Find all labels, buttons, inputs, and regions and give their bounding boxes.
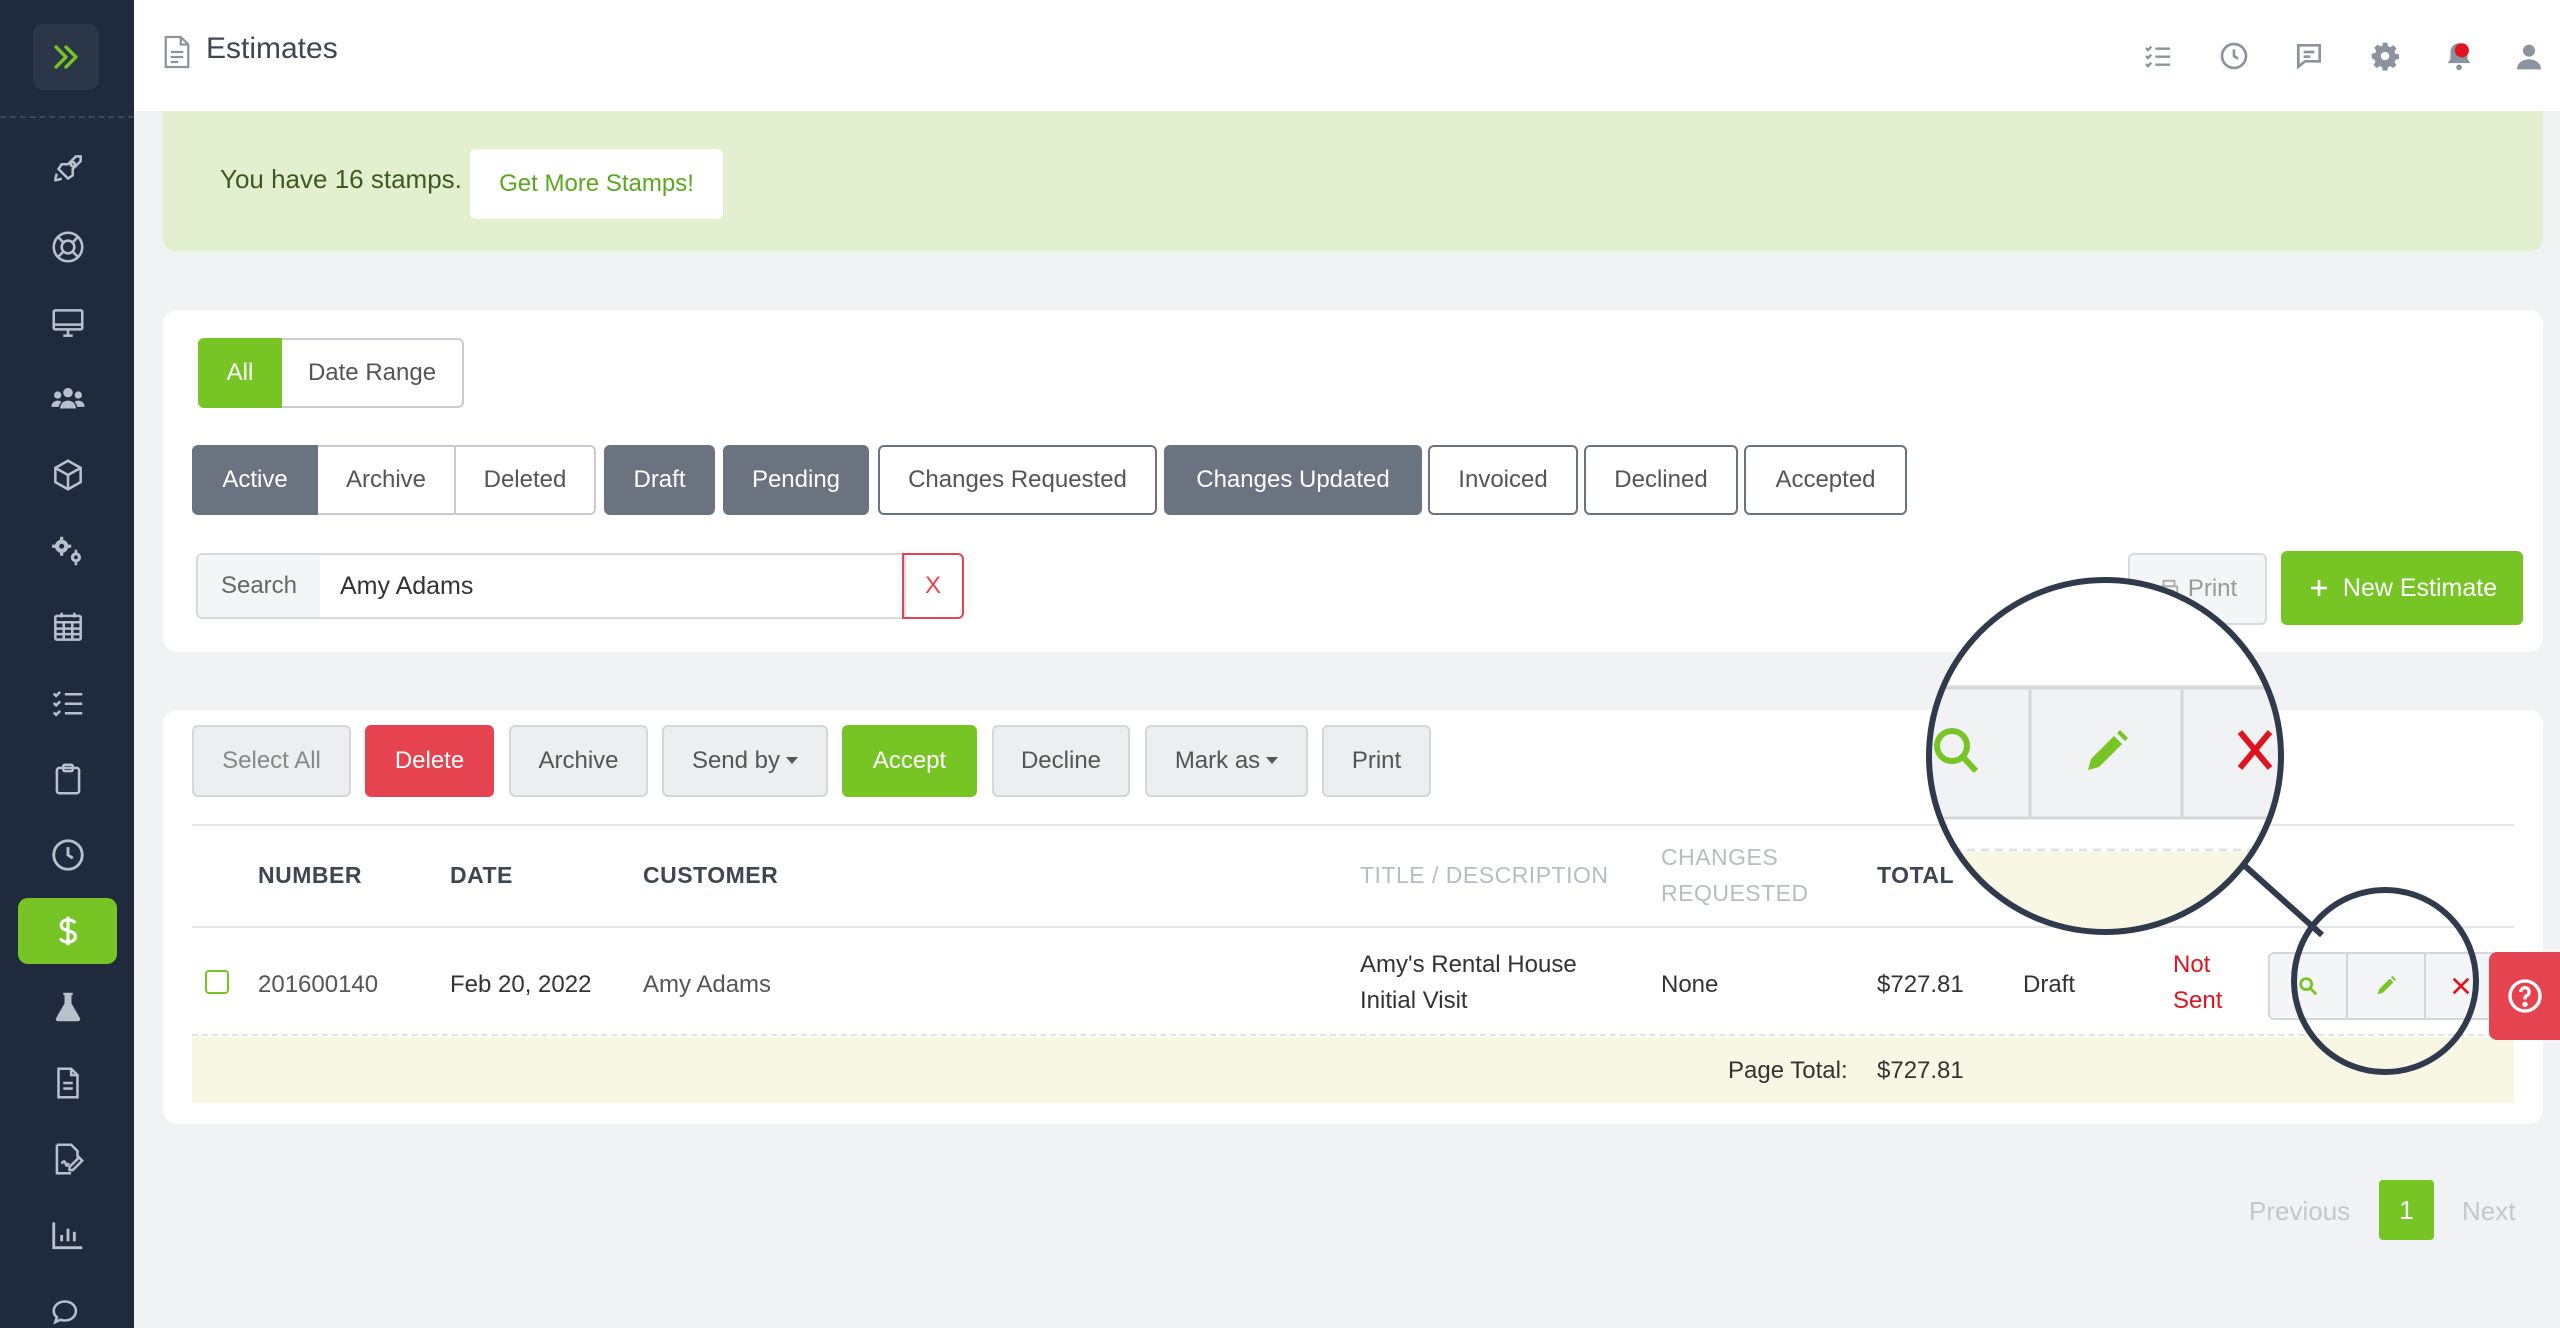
- pagination-next[interactable]: Next: [2462, 1196, 2515, 1227]
- pagination-page-1[interactable]: 1: [2379, 1180, 2434, 1240]
- magnifier-annotation: [1926, 577, 2479, 1075]
- pagination-previous[interactable]: Previous: [2249, 1196, 2350, 1227]
- magnifier-small-circle: [2291, 887, 2479, 1075]
